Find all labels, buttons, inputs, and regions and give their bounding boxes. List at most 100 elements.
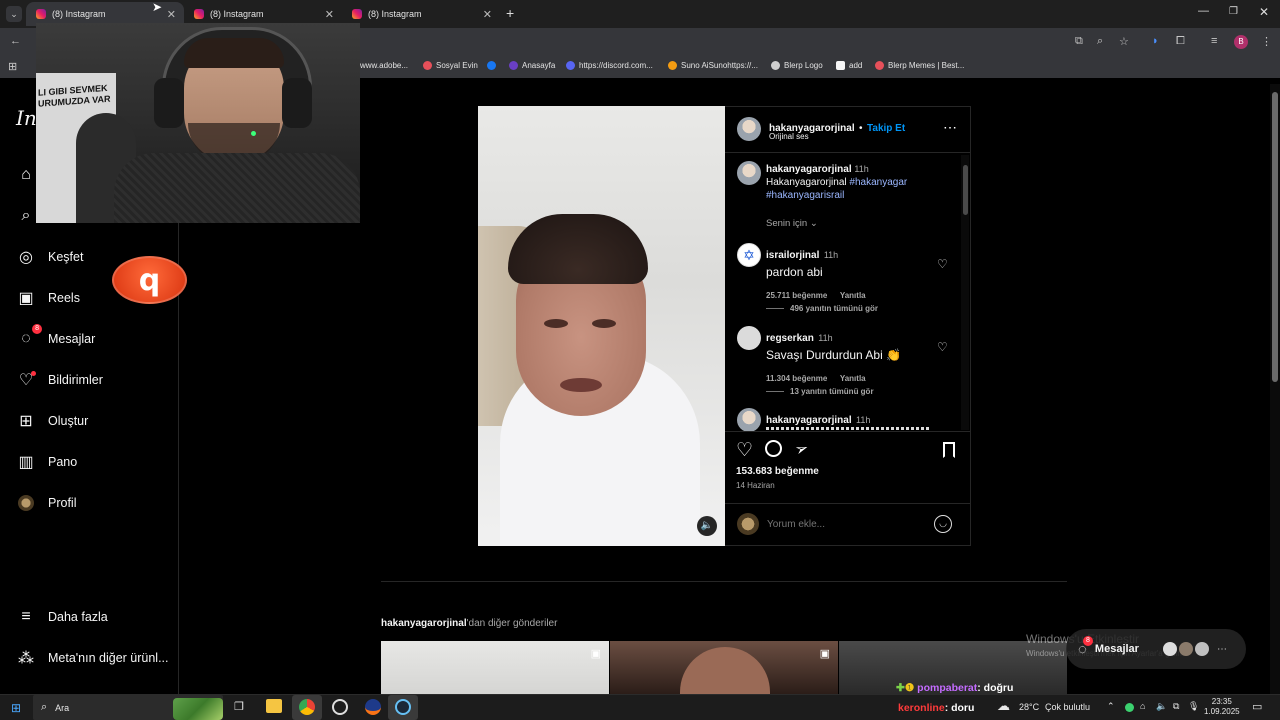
zoom-icon[interactable]: ⌕ xyxy=(1097,35,1103,48)
close-tab-icon[interactable]: ✕ xyxy=(325,8,334,21)
save-bookmark-icon[interactable] xyxy=(943,442,955,458)
instagram-logo[interactable]: In xyxy=(16,106,37,130)
extension-icon[interactable]: ◗ xyxy=(1152,35,1159,47)
comment-likes[interactable]: 25.711 beğenme xyxy=(766,291,827,300)
media-controls-icon[interactable]: ≡ xyxy=(1211,35,1217,47)
taskbar-search[interactable]: ⌕ Ara xyxy=(33,695,223,720)
comment-like-heart-icon[interactable]: ♡ xyxy=(937,257,948,271)
bookmark-item[interactable]: Sosyal Evin xyxy=(423,61,478,70)
restore-button[interactable]: ❐ xyxy=(1229,6,1238,17)
minimize-button[interactable]: — xyxy=(1198,5,1209,17)
weather-temperature[interactable]: 28°C xyxy=(1019,702,1039,712)
bookmark-item[interactable]: www.adobe... xyxy=(360,61,408,70)
app-icon[interactable] xyxy=(332,699,348,715)
share-send-icon[interactable]: ➢ xyxy=(792,437,811,460)
chrome-taskbar-button[interactable] xyxy=(292,695,322,720)
profile-avatar[interactable]: B xyxy=(1234,35,1248,49)
nav-home[interactable]: ⌂ xyxy=(16,165,36,185)
windows-start-icon[interactable]: ⊞ xyxy=(11,701,21,715)
microphone-icon[interactable]: 🎙 xyxy=(1188,701,1199,712)
nav-notifications[interactable]: ♡ Bildirimler xyxy=(16,370,103,390)
post-video[interactable]: 🔈 xyxy=(478,106,725,546)
network-icon[interactable]: ⧉ xyxy=(1173,701,1179,712)
view-replies-button[interactable]: 13 yanıtın tümünü gör xyxy=(766,387,874,396)
author-avatar[interactable] xyxy=(737,117,761,141)
follow-button[interactable]: Takip Et xyxy=(867,123,905,134)
nav-explore[interactable]: ◎ Keşfet xyxy=(16,247,83,267)
more-posts-username[interactable]: hakanyagarorjinal xyxy=(381,618,467,629)
menu-kebab-icon[interactable]: ⋮ xyxy=(1261,35,1272,48)
messages-pill[interactable]: ◌ 8 Mesajlar ⋯ xyxy=(1066,629,1246,669)
bookmark-item[interactable] xyxy=(487,61,496,70)
bookmark-item[interactable]: add xyxy=(836,61,862,70)
nav-search[interactable]: ⌕ xyxy=(16,206,36,226)
steam-taskbar-button[interactable] xyxy=(388,695,418,720)
post-thumbnail[interactable]: ▣ xyxy=(610,641,838,707)
nav-meta-products[interactable]: ⁂ Meta'nın diğer ürünl... xyxy=(16,648,169,668)
likes-count[interactable]: 153.683 beğenme xyxy=(736,466,819,477)
comment-like-heart-icon[interactable]: ♡ xyxy=(937,340,948,354)
install-app-icon[interactable]: ⧉ xyxy=(1075,35,1083,48)
apps-grid-icon[interactable]: ⊞ xyxy=(8,60,17,73)
hashtag-link[interactable]: #hakanyagarisrail xyxy=(766,190,844,201)
nav-messages[interactable]: ◌ 8 Mesajlar xyxy=(16,324,95,349)
volume-tray-icon[interactable]: 🔈 xyxy=(1156,701,1167,712)
more-options-icon[interactable]: ⋯ xyxy=(943,119,958,136)
volume-icon[interactable]: 🔈 xyxy=(697,516,717,536)
browser-tab[interactable]: (8) Instagram ✕ xyxy=(342,2,500,26)
nav-create[interactable]: ⊞ Oluştur xyxy=(16,411,88,431)
hashtag-link[interactable]: #hakanyagar xyxy=(849,177,907,188)
default-avatar-icon[interactable] xyxy=(737,326,761,350)
post-date[interactable]: 14 Haziran xyxy=(736,481,775,490)
close-tab-icon[interactable]: ✕ xyxy=(483,8,492,21)
bookmark-item[interactable]: Anasayfa xyxy=(509,61,555,70)
task-view-icon[interactable]: ❐ xyxy=(234,700,244,713)
nav-dashboard[interactable]: ▥ Pano xyxy=(16,452,77,472)
close-tab-icon[interactable]: ✕ xyxy=(167,8,176,21)
bookmark-item[interactable]: https://discord.com... xyxy=(566,61,653,70)
view-replies-button[interactable]: 496 yanıtın tümünü gör xyxy=(766,304,878,313)
comment-input[interactable] xyxy=(767,516,927,533)
nav-more[interactable]: ≡ Daha fazla xyxy=(16,607,107,627)
bookmark-item[interactable]: Blerp Logo xyxy=(771,61,823,70)
comment-bubble-icon[interactable] xyxy=(765,440,782,457)
reply-button[interactable]: Yanıtla xyxy=(840,291,866,300)
tab-search-button[interactable]: ⌄ xyxy=(6,6,22,22)
scrollbar-thumb[interactable] xyxy=(962,165,968,215)
tray-status-icon[interactable] xyxy=(1125,703,1134,712)
current-user-avatar[interactable] xyxy=(737,513,759,535)
extensions-puzzle-icon[interactable]: ⧠ xyxy=(1176,35,1185,48)
weather-description[interactable]: Çok bulutlu xyxy=(1045,702,1090,712)
comments-scrollbar[interactable] xyxy=(961,155,969,430)
bookmark-item[interactable]: Blerp Memes | Best... xyxy=(875,61,964,70)
bookmark-item[interactable]: Suno AiSunohttps://... xyxy=(668,61,758,70)
comment-author-avatar[interactable] xyxy=(737,408,761,432)
cloud-weather-icon[interactable]: ☁ xyxy=(997,698,1010,714)
comment-likes[interactable]: 11.304 beğenme xyxy=(766,374,827,383)
new-tab-button[interactable]: + xyxy=(506,5,514,21)
back-icon[interactable]: ← xyxy=(10,35,21,47)
emoji-icon[interactable]: ◡ xyxy=(934,515,952,533)
file-explorer-icon[interactable] xyxy=(266,699,282,713)
tray-app-icon[interactable]: ⌂ xyxy=(1140,701,1145,711)
caption-username[interactable]: hakanyagarorjinal xyxy=(766,164,852,175)
audio-label[interactable]: Orijinal ses xyxy=(769,132,809,141)
reply-button[interactable]: Yanıtla xyxy=(840,374,866,383)
like-heart-icon[interactable]: ♡ xyxy=(736,439,753,462)
nav-reels[interactable]: ▣ Reels xyxy=(16,288,80,308)
tray-chevron-up-icon[interactable]: ⌃ xyxy=(1107,701,1115,712)
taskbar-clock[interactable]: 23:35 1.09.2025 xyxy=(1204,697,1240,717)
bookmark-star-icon[interactable]: ☆ xyxy=(1119,35,1129,48)
post-thumbnail[interactable]: ▣ xyxy=(381,641,609,694)
comment-filter-dropdown[interactable]: Senin için ⌄ xyxy=(766,218,818,229)
nav-profile[interactable]: Profil xyxy=(16,493,76,513)
comment-username[interactable]: regserkan xyxy=(766,333,814,344)
scrollbar-thumb[interactable] xyxy=(1272,92,1278,382)
notification-center-icon[interactable]: ▭ xyxy=(1252,700,1262,713)
close-window-button[interactable]: ✕ xyxy=(1259,5,1269,19)
app-icon[interactable] xyxy=(365,699,381,715)
comment-username[interactable]: israilorjinal xyxy=(766,250,819,261)
comment-username[interactable]: hakanyagarorjinal xyxy=(766,415,852,426)
page-scrollbar[interactable] xyxy=(1270,84,1280,694)
israel-flag-avatar[interactable]: ✡ xyxy=(737,243,761,267)
